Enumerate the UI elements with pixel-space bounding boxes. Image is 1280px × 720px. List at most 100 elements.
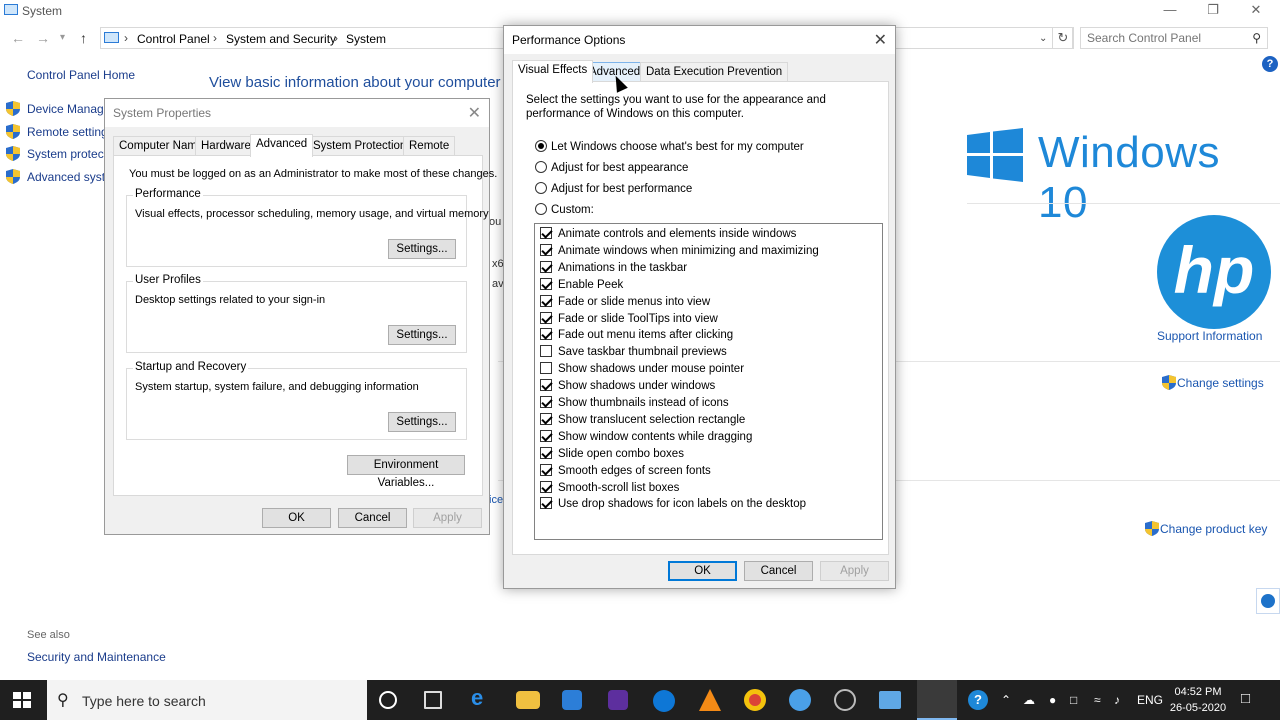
- tab-data-execution-prevention[interactable]: Data Execution Prevention: [640, 62, 789, 82]
- checkbox[interactable]: [540, 480, 552, 493]
- store-icon[interactable]: [562, 690, 582, 710]
- help-circle-icon[interactable]: ?: [968, 690, 988, 710]
- close-button[interactable]: ✕: [1246, 2, 1266, 18]
- radio-option[interactable]: Adjust for best performance: [535, 182, 692, 195]
- file-explorer-icon[interactable]: [516, 691, 540, 709]
- list-item[interactable]: Fade or slide menus into view: [540, 294, 710, 311]
- visual-effects-list[interactable]: Animate controls and elements inside win…: [534, 223, 883, 540]
- forward-arrow-icon[interactable]: →: [36, 30, 50, 46]
- app-blue-icon[interactable]: [789, 689, 811, 711]
- nav-device-manager[interactable]: Device Manager: [27, 102, 114, 116]
- vlc-icon[interactable]: [699, 689, 721, 711]
- volume-icon[interactable]: ♪: [1114, 693, 1120, 707]
- environment-variables-button[interactable]: Environment Variables...: [347, 455, 465, 489]
- list-item[interactable]: Show window contents while dragging: [540, 429, 752, 446]
- checkbox[interactable]: [540, 294, 552, 307]
- restore-button[interactable]: ❐: [1203, 2, 1223, 18]
- user-profiles-settings-button[interactable]: Settings...: [388, 325, 456, 345]
- app-dark-icon[interactable]: [834, 689, 856, 711]
- microphone-icon[interactable]: ●: [1049, 693, 1056, 707]
- list-item[interactable]: Show translucent selection rectangle: [540, 412, 745, 429]
- support-information-link[interactable]: Support Information: [1157, 329, 1262, 343]
- clock[interactable]: 04:52 PM 26-05-2020: [1168, 684, 1228, 716]
- search-input[interactable]: [1087, 28, 1247, 48]
- list-item[interactable]: Fade or slide ToolTips into view: [540, 311, 718, 328]
- startup-recovery-settings-button[interactable]: Settings...: [388, 412, 456, 432]
- notifications-icon[interactable]: □: [1241, 690, 1250, 707]
- ok-button[interactable]: OK: [668, 561, 737, 581]
- help-icon[interactable]: ?: [1262, 56, 1278, 72]
- task-view-icon[interactable]: [424, 691, 442, 709]
- list-item[interactable]: Show thumbnails instead of icons: [540, 396, 729, 412]
- list-item[interactable]: Slide open combo boxes: [540, 446, 684, 463]
- cortana-icon[interactable]: [379, 691, 397, 709]
- ok-button[interactable]: OK: [262, 508, 331, 528]
- radio-button[interactable]: [535, 203, 547, 215]
- list-item[interactable]: Enable Peek: [540, 277, 623, 294]
- radio-option[interactable]: Adjust for best appearance: [535, 161, 688, 174]
- list-item[interactable]: Show shadows under mouse pointer: [540, 362, 744, 378]
- checkbox[interactable]: [540, 429, 552, 442]
- start-button[interactable]: [13, 692, 31, 709]
- teamviewer-icon[interactable]: [653, 690, 675, 712]
- close-icon[interactable]: ✕: [874, 30, 887, 50]
- checkbox[interactable]: [540, 362, 552, 375]
- checkbox[interactable]: [540, 277, 552, 290]
- list-item[interactable]: Animations in the taskbar: [540, 260, 687, 277]
- checkbox[interactable]: [540, 396, 552, 408]
- app-x-icon[interactable]: [608, 690, 628, 710]
- address-dropdown-icon[interactable]: ⌄: [1039, 33, 1047, 44]
- tab-system-protection[interactable]: System Protection: [307, 136, 413, 156]
- up-arrow-icon[interactable]: ↑: [80, 30, 87, 46]
- minimize-button[interactable]: —: [1160, 2, 1180, 17]
- list-item[interactable]: Animate windows when minimizing and maxi…: [540, 243, 819, 260]
- teamviewer-side-icon[interactable]: [1256, 588, 1280, 614]
- change-product-key-link[interactable]: Change product key: [1160, 522, 1267, 536]
- radio-button[interactable]: [535, 140, 547, 152]
- back-arrow-icon[interactable]: ←: [11, 30, 25, 46]
- tab-hardware[interactable]: Hardware: [195, 136, 257, 156]
- list-item[interactable]: Smooth edges of screen fonts: [540, 463, 711, 480]
- breadcrumb-control-panel[interactable]: Control Panel: [137, 32, 210, 46]
- control-panel-home-link[interactable]: Control Panel Home: [27, 68, 135, 82]
- cancel-button[interactable]: Cancel: [744, 561, 813, 581]
- close-icon[interactable]: ✕: [468, 103, 481, 123]
- radio-button[interactable]: [535, 161, 547, 173]
- radio-option[interactable]: Custom:: [535, 203, 594, 216]
- security-maintenance-link[interactable]: Security and Maintenance: [27, 650, 166, 664]
- refresh-icon[interactable]: ↻: [1052, 27, 1074, 49]
- checkbox[interactable]: [540, 379, 552, 392]
- power-icon[interactable]: □: [1070, 693, 1077, 707]
- tray-chevron-icon[interactable]: ⌃: [1001, 693, 1011, 707]
- tab-remote[interactable]: Remote: [403, 136, 456, 156]
- change-settings-link[interactable]: Change settings: [1177, 376, 1264, 390]
- performance-settings-button[interactable]: Settings...: [388, 239, 456, 259]
- radio-button[interactable]: [535, 182, 547, 194]
- checkbox[interactable]: [540, 243, 552, 256]
- apply-button[interactable]: Apply: [413, 508, 482, 528]
- cloud-icon[interactable]: ☁: [1023, 693, 1035, 707]
- list-item[interactable]: Smooth-scroll list boxes: [540, 480, 679, 497]
- checkbox[interactable]: [540, 260, 552, 273]
- list-item[interactable]: Save taskbar thumbnail previews: [540, 345, 727, 361]
- checkbox[interactable]: [540, 227, 552, 239]
- checkbox[interactable]: [540, 463, 552, 476]
- tab-visual-effects[interactable]: Visual Effects: [512, 60, 594, 83]
- apply-button[interactable]: Apply: [820, 561, 889, 581]
- recent-chevron-icon[interactable]: ▾: [60, 32, 65, 43]
- checkbox[interactable]: [540, 446, 552, 459]
- list-item[interactable]: Use drop shadows for icon labels on the …: [540, 497, 806, 513]
- taskbar-search-box[interactable]: ⚲ Type here to search: [47, 680, 367, 720]
- checkbox[interactable]: [540, 412, 552, 425]
- chrome-icon[interactable]: [744, 689, 766, 711]
- tab-advanced[interactable]: Advanced: [250, 134, 314, 157]
- radio-option[interactable]: Let Windows choose what's best for my co…: [535, 140, 804, 153]
- cancel-button[interactable]: Cancel: [338, 508, 407, 528]
- list-item[interactable]: Show shadows under windows: [540, 379, 715, 395]
- breadcrumb-system-security[interactable]: System and Security: [226, 32, 336, 46]
- checkbox[interactable]: [540, 328, 552, 341]
- search-control-panel-box[interactable]: ⚲: [1080, 27, 1268, 49]
- checkbox[interactable]: [540, 311, 552, 324]
- list-item[interactable]: Fade out menu items after clicking: [540, 328, 733, 344]
- app-window-icon[interactable]: [879, 691, 901, 709]
